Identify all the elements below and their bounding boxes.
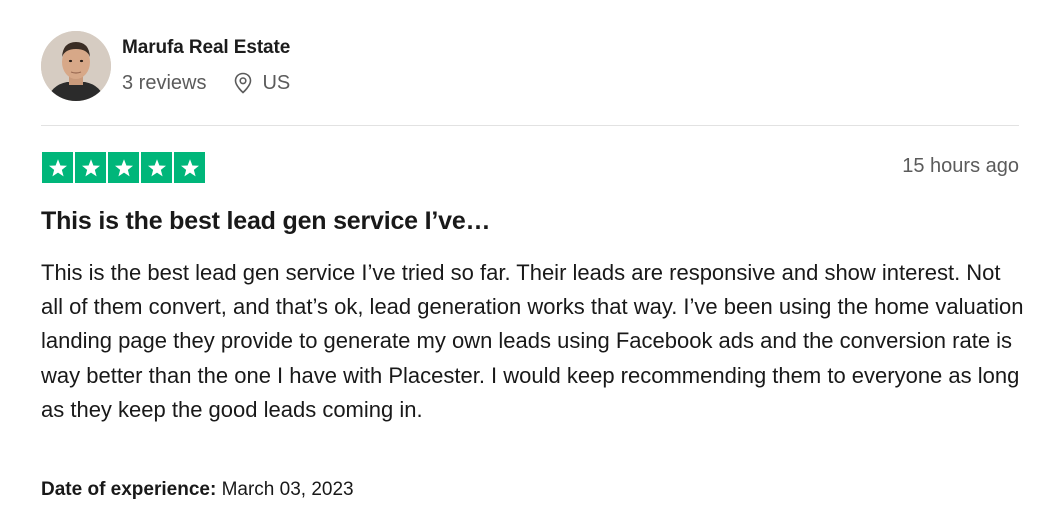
consumer-meta: 3 reviews US	[122, 71, 290, 95]
reviews-count: 3 reviews	[122, 71, 207, 94]
star-icon	[75, 152, 106, 183]
star-icon	[108, 152, 139, 183]
star-icon	[42, 152, 73, 183]
divider	[41, 125, 1019, 126]
review-card: Marufa Real Estate 3 reviews US 15 hours…	[0, 0, 1058, 521]
date-of-experience: Date of experience: March 03, 2023	[41, 479, 354, 501]
review-title[interactable]: This is the best lead gen service I’ve…	[41, 207, 491, 236]
experience-date: March 03, 2023	[221, 479, 354, 500]
review-text: This is the best lead gen service I’ve t…	[41, 260, 1024, 422]
review-body: This is the best lead gen service I’ve t…	[41, 256, 1026, 427]
map-pin-icon	[233, 72, 253, 94]
experience-label: Date of experience:	[41, 479, 217, 500]
country-code: US	[262, 71, 291, 94]
star-rating	[42, 152, 205, 183]
consumer-location: US	[233, 72, 290, 95]
star-icon	[141, 152, 172, 183]
avatar[interactable]	[41, 31, 111, 101]
review-timestamp: 15 hours ago	[902, 155, 1019, 177]
avatar-image	[41, 31, 111, 101]
star-icon	[174, 152, 205, 183]
consumer-name[interactable]: Marufa Real Estate	[122, 37, 290, 59]
